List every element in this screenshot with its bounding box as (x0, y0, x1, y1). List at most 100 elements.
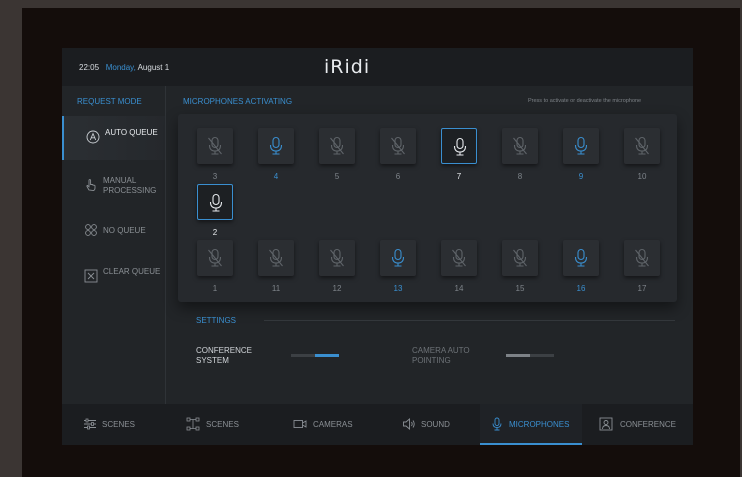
microphone-muted-icon (635, 136, 649, 155)
microphone-number: 14 (454, 284, 464, 293)
nav-conference[interactable]: CONFERENCE (582, 404, 693, 445)
camera-auto-pointing-label: CAMERA AUTO POINTING (412, 346, 470, 366)
label-line: CONFERENCE (196, 346, 253, 355)
microphone-tile-17[interactable]: 17 (624, 240, 660, 293)
microphone-number: 8 (517, 172, 523, 181)
mode-auto-queue[interactable]: AUTO QUEUE (62, 116, 165, 160)
microphone-tile-11[interactable]: 11 (258, 240, 294, 293)
request-mode-title: REQUEST MODE (77, 97, 142, 106)
microphone-icon (492, 417, 502, 431)
tile-face (624, 240, 660, 276)
microphone-number: 12 (332, 284, 342, 293)
camera-icon (293, 420, 307, 428)
tile-face (563, 240, 599, 276)
top-bar: 22:05 Monday, August 1 iRidi (62, 48, 693, 86)
camera-auto-pointing-slider[interactable] (506, 354, 554, 357)
microphone-tile-5[interactable]: 5 (319, 128, 355, 181)
date-text: August 1 (137, 63, 170, 72)
tile-face (563, 128, 599, 164)
microphone-icon (574, 248, 588, 267)
microphone-muted-icon (452, 248, 466, 267)
microphone-tile-3[interactable]: 3 (197, 128, 233, 181)
microphone-tile-1[interactable]: 1 (197, 240, 233, 293)
microphone-icon (453, 137, 467, 156)
tile-face (380, 240, 416, 276)
nav-label: CONFERENCE (620, 420, 677, 429)
no-queue-icon (85, 224, 97, 236)
hand-pointer-icon (86, 179, 96, 192)
microphones-title: MICROPHONES ACTIVATING (183, 97, 293, 106)
mode-label: CLEAR QUEUE (103, 267, 161, 276)
microphone-number: 2 (212, 228, 218, 237)
time-text: 22:05 (79, 63, 100, 72)
mode-manual-processing[interactable]: MANUAL PROCESSING (62, 164, 165, 208)
tile-face (502, 128, 538, 164)
active-indicator (480, 443, 582, 445)
microphones-hint: Press to activate or deactivate the micr… (528, 98, 642, 104)
tile-face (319, 240, 355, 276)
microphone-muted-icon (513, 136, 527, 155)
microphone-number: 3 (212, 172, 218, 181)
microphone-icon (391, 248, 405, 267)
mode-clear-queue[interactable]: CLEAR QUEUE (62, 255, 165, 299)
nav-label: MICROPHONES (509, 420, 570, 429)
microphone-number: 11 (271, 284, 281, 293)
label-line: CAMERA AUTO (412, 346, 470, 355)
microphone-grid (178, 114, 677, 302)
microphone-tile-2[interactable]: 2 (197, 184, 233, 237)
microphone-muted-icon (391, 136, 405, 155)
microphone-icon (209, 193, 223, 212)
microphone-muted-icon (330, 248, 344, 267)
conference-icon (599, 417, 613, 431)
tile-face (319, 128, 355, 164)
microphone-tile-6[interactable]: 6 (380, 128, 416, 181)
nav-scenes[interactable]: SCENES (62, 404, 166, 445)
tile-face (258, 240, 294, 276)
settings-title: SETTINGS (196, 316, 237, 325)
tile-face (197, 128, 233, 164)
microphone-tile-12[interactable]: 12 (319, 240, 355, 293)
nav-sound[interactable]: SOUND (374, 404, 478, 445)
microphone-tile-7[interactable]: 7 (441, 128, 477, 181)
tile-face (441, 240, 477, 276)
microphone-tile-4[interactable]: 4 (258, 128, 294, 181)
tile-face (380, 128, 416, 164)
nav-label: SCENES (102, 420, 135, 429)
microphone-tile-10[interactable]: 10 (624, 128, 660, 181)
slider-fill (315, 354, 339, 357)
tile-face (502, 240, 538, 276)
microphone-tile-15[interactable]: 15 (502, 240, 538, 293)
slider-fill (506, 354, 530, 357)
microphone-muted-icon (330, 136, 344, 155)
microphone-muted-icon (269, 248, 283, 267)
microphone-tile-13[interactable]: 13 (380, 240, 416, 293)
app-logo: iRidi (324, 56, 371, 78)
microphone-number: 4 (273, 172, 279, 181)
tile-face (197, 184, 233, 220)
sliders-icon (84, 418, 96, 430)
microphone-number: 16 (576, 284, 586, 293)
mode-no-queue[interactable]: NO QUEUE (62, 209, 165, 253)
microphone-tile-16[interactable]: 16 (563, 240, 599, 293)
bottom-nav: SCENES SCENES CAMERAS SOUND MICROPHONES … (62, 404, 693, 445)
microphone-tile-9[interactable]: 9 (563, 128, 599, 181)
label-line: SYSTEM (196, 356, 229, 365)
microphone-number: 1 (212, 284, 218, 293)
microphone-icon (574, 136, 588, 155)
scene-nodes-icon (186, 417, 200, 431)
microphone-tile-14[interactable]: 14 (441, 240, 477, 293)
nav-scenes-2[interactable]: SCENES (166, 404, 270, 445)
conference-system-label: CONFERENCE SYSTEM (196, 346, 252, 366)
nav-label: CAMERAS (313, 420, 353, 429)
microphone-tile-8[interactable]: 8 (502, 128, 538, 181)
speaker-icon (403, 418, 415, 430)
nav-cameras[interactable]: CAMERAS (270, 404, 374, 445)
control-panel: 22:05 Monday, August 1 iRidi REQUEST MOD… (62, 48, 693, 445)
mode-label: MANUAL PROCESSING (103, 176, 157, 195)
mode-label: NO QUEUE (103, 226, 146, 235)
settings-divider (264, 320, 675, 321)
tile-face (197, 240, 233, 276)
nav-label: SOUND (421, 420, 450, 429)
conference-system-slider[interactable] (291, 354, 339, 357)
nav-microphones[interactable]: MICROPHONES (480, 404, 582, 445)
